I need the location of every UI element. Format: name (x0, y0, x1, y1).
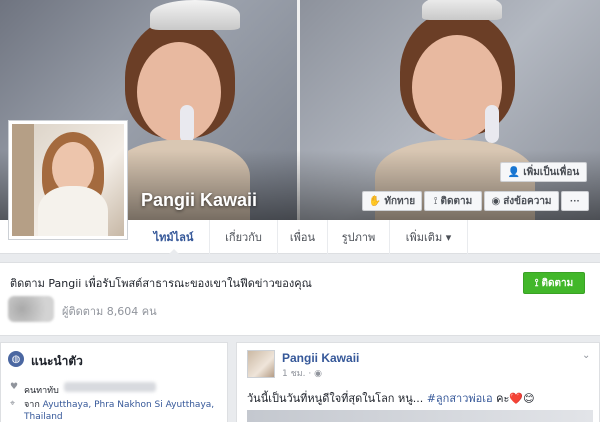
tab-timeline[interactable]: ไทม์ไลน์ (138, 220, 210, 255)
tab-friends[interactable]: เพื่อน (278, 220, 328, 254)
profile-page: Pangii Kawaii 👤 เพิ่มเป็นเพื่อน ✋ ทักทาย… (0, 0, 600, 422)
message-button[interactable]: ◉ ส่งข้อความ (484, 191, 559, 211)
post-image[interactable] (247, 410, 593, 422)
post-text: วันนี้เป็นวันที่หนูดีใจที่สุดในโลก หนู..… (247, 389, 535, 407)
intro-title: แนะนำตัว (31, 354, 83, 368)
post-text-suffix: คะ❤️😊 (492, 392, 535, 405)
follow-button-label: ติดตาม (541, 277, 574, 289)
more-options-label: ··· (570, 195, 580, 207)
post-author-name[interactable]: Pangii Kawaii (282, 351, 359, 365)
tab-more[interactable]: เพิ่มเติม ▾ (390, 220, 468, 254)
intro-blurred-name (64, 382, 156, 392)
message-label: ส่งข้อความ (503, 195, 552, 207)
chevron-down-icon[interactable]: ⌄ (582, 350, 590, 361)
intro-location: จาก Ayutthaya, Phra Nakhon Si Ayutthaya,… (24, 399, 224, 422)
followers-count[interactable]: ผู้ติดตาม 8,604 คน (62, 302, 157, 320)
profile-name[interactable]: Pangii Kawaii (141, 190, 257, 211)
profile-picture-image (12, 124, 124, 236)
intro-known-label: คนทาทับ (24, 386, 59, 396)
follow-button[interactable]: ⟟ ติดตาม (523, 272, 585, 294)
add-friend-label: เพิ่มเป็นเพื่อน (523, 166, 580, 178)
location-icon: ⌖ (10, 399, 16, 409)
tab-timeline-label: ไทม์ไลน์ (153, 231, 194, 244)
follower-avatars (8, 296, 54, 322)
post-hashtag[interactable]: #ลูกสาวพ่อเอ (427, 392, 493, 405)
messenger-icon: ◉ (491, 195, 501, 207)
greet-button[interactable]: ✋ ทักทาย (362, 191, 422, 211)
profile-picture[interactable] (8, 120, 128, 240)
follow-prompt-text: ติดตาม Pangii เพื่อรับโพสต์สาธารณะของเขา… (10, 277, 312, 290)
wave-icon: ✋ (368, 195, 382, 207)
follow-cover-button[interactable]: ⟟ ติดตาม (424, 191, 482, 211)
tab-about[interactable]: เกี่ยวกับ (210, 220, 278, 254)
intro-from-prefix: จาก (24, 400, 40, 410)
post-author-avatar[interactable] (247, 350, 275, 378)
tab-more-label: เพิ่มเติม ▾ (405, 231, 452, 244)
follow-cover-label: ติดตาม (440, 195, 473, 207)
post-timestamp[interactable]: 1 ชม. · ◉ (282, 366, 322, 380)
rss-icon: ⟟ (433, 195, 438, 207)
add-person-icon: 👤 (507, 166, 521, 178)
greet-label: ทักทาย (384, 195, 416, 207)
heart-icon: ♥ (10, 382, 19, 392)
tab-photos-label: รูปภาพ (341, 231, 376, 244)
tab-photos[interactable]: รูปภาพ (328, 220, 390, 254)
add-friend-button[interactable]: 👤 เพิ่มเป็นเพื่อน (500, 162, 587, 182)
post-text-prefix: วันนี้เป็นวันที่หนูดีใจที่สุดในโลก หนู..… (247, 392, 427, 405)
globe-icon: ◍ (8, 351, 24, 367)
more-options-button[interactable]: ··· (561, 191, 589, 211)
rss-icon: ⟟ (534, 277, 539, 289)
tab-friends-label: เพื่อน (289, 231, 316, 244)
tab-about-label: เกี่ยวกับ (225, 231, 262, 244)
intro-location-link[interactable]: Ayutthaya, Phra Nakhon Si Ayutthaya, Tha… (24, 400, 214, 422)
